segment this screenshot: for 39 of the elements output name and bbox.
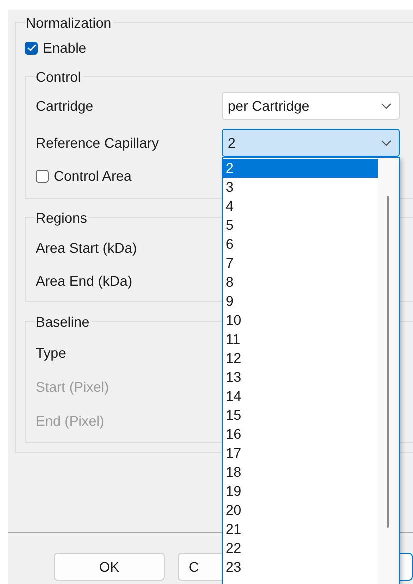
- list-option[interactable]: 17: [223, 444, 378, 463]
- checkbox-label: Control Area: [54, 168, 132, 184]
- list-option[interactable]: 19: [223, 482, 378, 501]
- list-option[interactable]: 13: [223, 368, 378, 387]
- list-option[interactable]: 8: [223, 273, 378, 292]
- field-label: Reference Capillary: [36, 135, 160, 151]
- list-option[interactable]: 20: [223, 501, 378, 520]
- list-option[interactable]: 2: [223, 159, 378, 178]
- list-option[interactable]: 23: [223, 558, 378, 577]
- list-option[interactable]: 9: [223, 292, 378, 311]
- checkbox-label: Enable: [43, 40, 87, 56]
- dropdown-field[interactable]: 2: [222, 129, 400, 157]
- field-label: Area Start (kDa): [36, 240, 138, 256]
- field-label: Type: [36, 345, 68, 361]
- list-option[interactable]: 18: [223, 463, 378, 482]
- list-option[interactable]: 22: [223, 539, 378, 558]
- field-label: Area End (kDa): [36, 273, 134, 289]
- list-option[interactable]: 21: [223, 520, 378, 539]
- list-option[interactable]: 12: [223, 349, 378, 368]
- checkbox[interactable]: [36, 170, 49, 182]
- dropdown-field[interactable]: per Cartridge: [222, 92, 400, 120]
- list-option[interactable]: 14: [223, 387, 378, 406]
- field-label: End (Pixel): [36, 413, 106, 429]
- list-option[interactable]: 3: [223, 178, 378, 197]
- dialog-button[interactable]: OK: [54, 553, 165, 581]
- list-option[interactable]: 11: [223, 330, 378, 349]
- field-label: Cartridge: [36, 98, 95, 114]
- list-option[interactable]: 6: [223, 235, 378, 254]
- chevron-down-icon: [381, 102, 392, 110]
- list-option[interactable]: 16: [223, 425, 378, 444]
- checkbox[interactable]: [25, 42, 38, 54]
- list-option[interactable]: 7: [223, 254, 378, 273]
- list-option[interactable]: 15: [223, 406, 378, 425]
- list-option[interactable]: 5: [223, 216, 378, 235]
- field-label: Start (Pixel): [36, 379, 110, 395]
- list-option[interactable]: 4: [223, 197, 378, 216]
- scrollbar-thumb[interactable]: [387, 196, 389, 528]
- list-option[interactable]: 10: [223, 311, 378, 330]
- chevron-down-icon: [381, 140, 392, 146]
